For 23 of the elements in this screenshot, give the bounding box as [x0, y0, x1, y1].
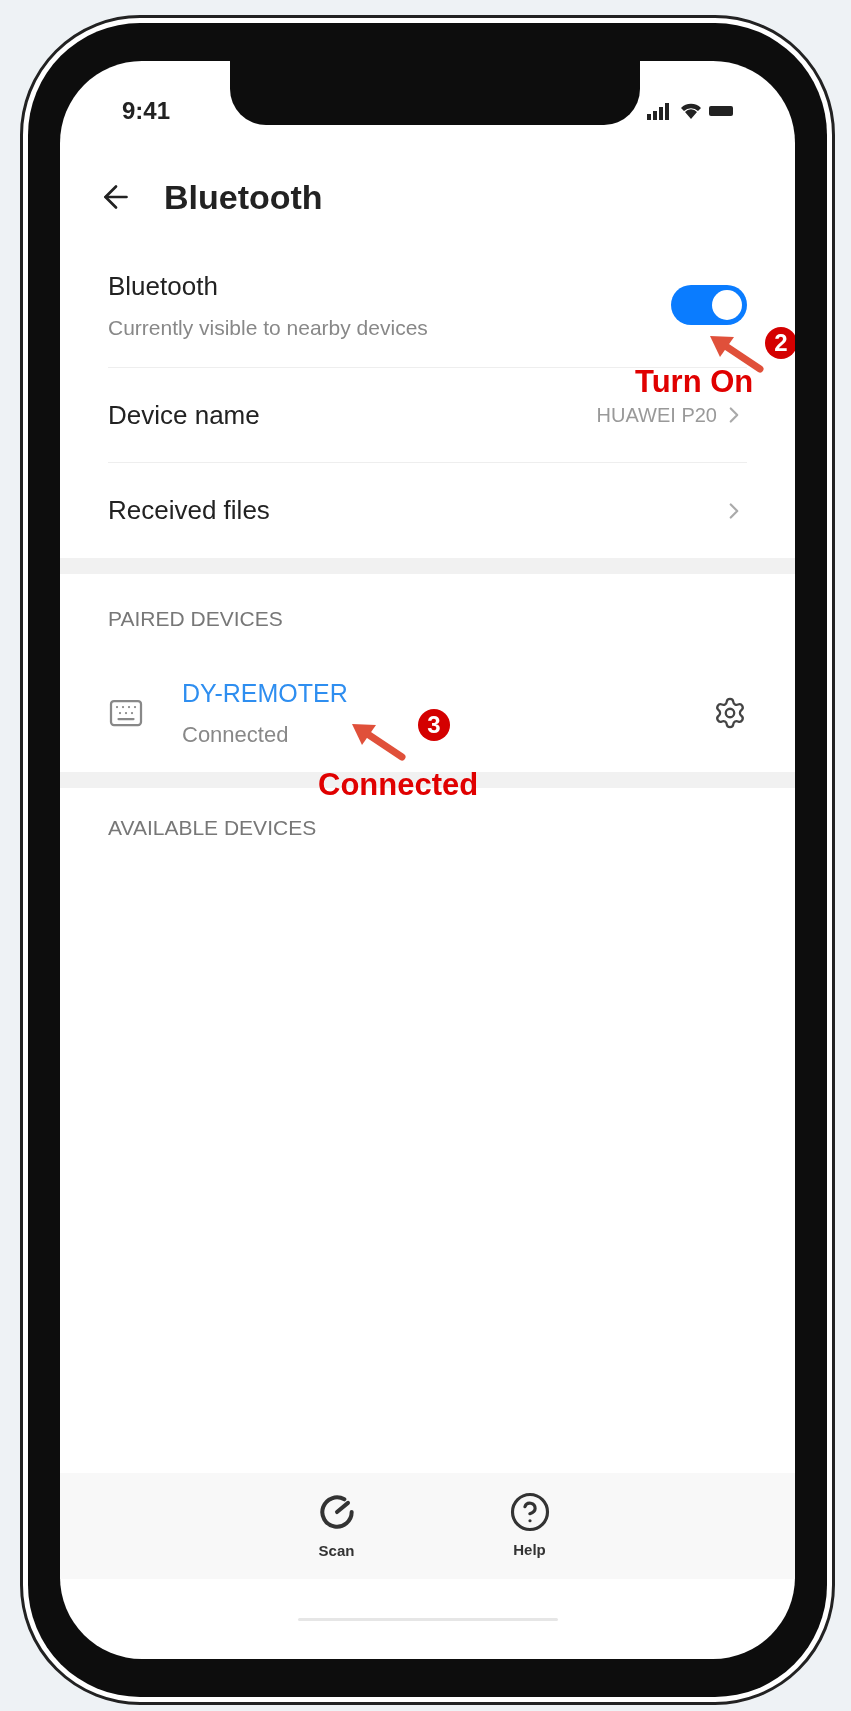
- section-heading: AVAILABLE DEVICES: [108, 815, 317, 842]
- wifi-icon: [681, 103, 701, 119]
- section-heading: PAIRED DEVICES: [108, 606, 283, 633]
- battery-icon: [709, 106, 733, 116]
- help-icon: [508, 1490, 551, 1533]
- signal-icon: [647, 103, 669, 120]
- page-title: Bluetooth: [164, 176, 323, 218]
- annotation-label: Turn On: [635, 366, 754, 397]
- setting-label: Device name: [108, 398, 260, 432]
- bluetooth-toggle[interactable]: [671, 285, 747, 325]
- step-number-badge: 3: [418, 709, 450, 741]
- device-status: Connected: [182, 721, 289, 750]
- settings-icon[interactable]: [713, 696, 747, 730]
- help-button[interactable]: Help: [508, 1490, 551, 1562]
- pointer-arrow: [350, 721, 406, 761]
- step-number-badge: 2: [765, 327, 795, 359]
- setting-subtitle: Currently visible to nearby devices: [108, 314, 428, 341]
- annotation-label: Connected: [318, 769, 479, 800]
- setting-label: Received files: [108, 494, 270, 527]
- scan-button[interactable]: Scan: [314, 1489, 359, 1563]
- status-time: 9:41: [122, 96, 171, 126]
- setting-value: HUAWEI P20: [596, 403, 717, 428]
- setting-label: Bluetooth: [108, 269, 219, 303]
